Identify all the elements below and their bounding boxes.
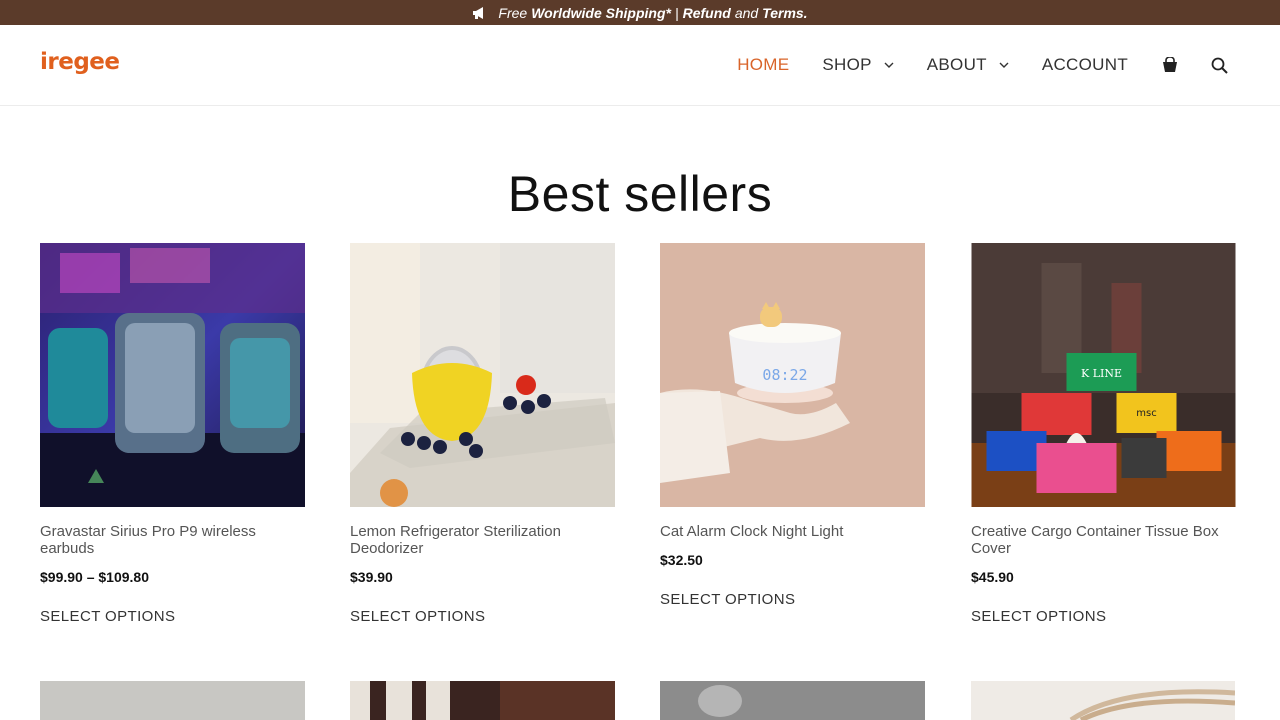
container-label: msc: [1136, 408, 1156, 419]
main-nav: HOME SHOP ABOUT ACCOUNT: [704, 25, 1228, 105]
terms-link[interactable]: Terms.: [762, 5, 807, 21]
product-image-cat-clock[interactable]: 08:22: [660, 243, 925, 507]
site-header: iregee HOME SHOP ABOUT ACCOUNT: [0, 25, 1280, 106]
product-name[interactable]: Lemon Refrigerator Sterilization Deodori…: [350, 523, 615, 557]
select-options-button[interactable]: SELECT OPTIONS: [660, 591, 795, 608]
announcement-and: and: [734, 4, 759, 21]
product-card: 08:22 Cat Alarm Clock Night Light $32.50…: [660, 243, 925, 609]
site-logo[interactable]: iregee: [40, 49, 120, 75]
nav-shop-label: SHOP: [822, 55, 872, 74]
container-label: K LINE: [1081, 367, 1122, 380]
product-image-partial[interactable]: [660, 681, 925, 720]
chevron-down-icon: [999, 62, 1009, 68]
product-name[interactable]: Creative Cargo Container Tissue Box Cove…: [971, 523, 1236, 557]
product-price: $45.90: [971, 569, 1014, 585]
product-price: $32.50: [660, 552, 703, 568]
megaphone-icon: [472, 6, 488, 20]
nav-shop[interactable]: SHOP: [822, 55, 894, 75]
product-image-partial[interactable]: [350, 681, 615, 720]
nav-account[interactable]: ACCOUNT: [1042, 55, 1128, 75]
chevron-down-icon: [884, 62, 894, 68]
product-name[interactable]: Gravastar Sirius Pro P9 wireless earbuds: [40, 523, 305, 557]
nav-about[interactable]: ABOUT: [927, 55, 1009, 75]
announcement-separator: |: [674, 4, 679, 21]
search-icon[interactable]: [1211, 57, 1228, 74]
product-image-earbuds[interactable]: [40, 243, 305, 507]
product-image-partial[interactable]: [40, 681, 305, 720]
select-options-button[interactable]: SELECT OPTIONS: [40, 608, 175, 625]
select-options-button[interactable]: SELECT OPTIONS: [971, 608, 1106, 625]
announcement-bar: Free Worldwide Shipping* | Refund and Te…: [0, 0, 1280, 25]
shipping-link[interactable]: Worldwide Shipping*: [531, 5, 671, 21]
product-image-lemon-deodorizer[interactable]: [350, 243, 615, 507]
product-card: Gravastar Sirius Pro P9 wireless earbuds…: [40, 243, 305, 626]
product-price: $99.90 – $109.80: [40, 569, 149, 585]
refund-link[interactable]: Refund: [683, 5, 731, 21]
shopping-bag-icon[interactable]: [1161, 57, 1179, 73]
nav-home[interactable]: HOME: [737, 55, 789, 75]
product-card: K LINE msc Creative Cargo Container Tiss…: [971, 243, 1236, 626]
announcement-pre: Free: [498, 4, 528, 21]
product-image-partial[interactable]: [971, 681, 1236, 720]
select-options-button[interactable]: SELECT OPTIONS: [350, 608, 485, 625]
product-price: $39.90: [350, 569, 393, 585]
product-image-cargo-tissue-box[interactable]: K LINE msc: [971, 243, 1236, 507]
clock-display: 08:22: [762, 366, 807, 384]
nav-about-label: ABOUT: [926, 55, 987, 74]
product-card: Lemon Refrigerator Sterilization Deodori…: [350, 243, 615, 626]
section-title: Best sellers: [507, 166, 773, 222]
product-name[interactable]: Cat Alarm Clock Night Light: [660, 523, 925, 540]
